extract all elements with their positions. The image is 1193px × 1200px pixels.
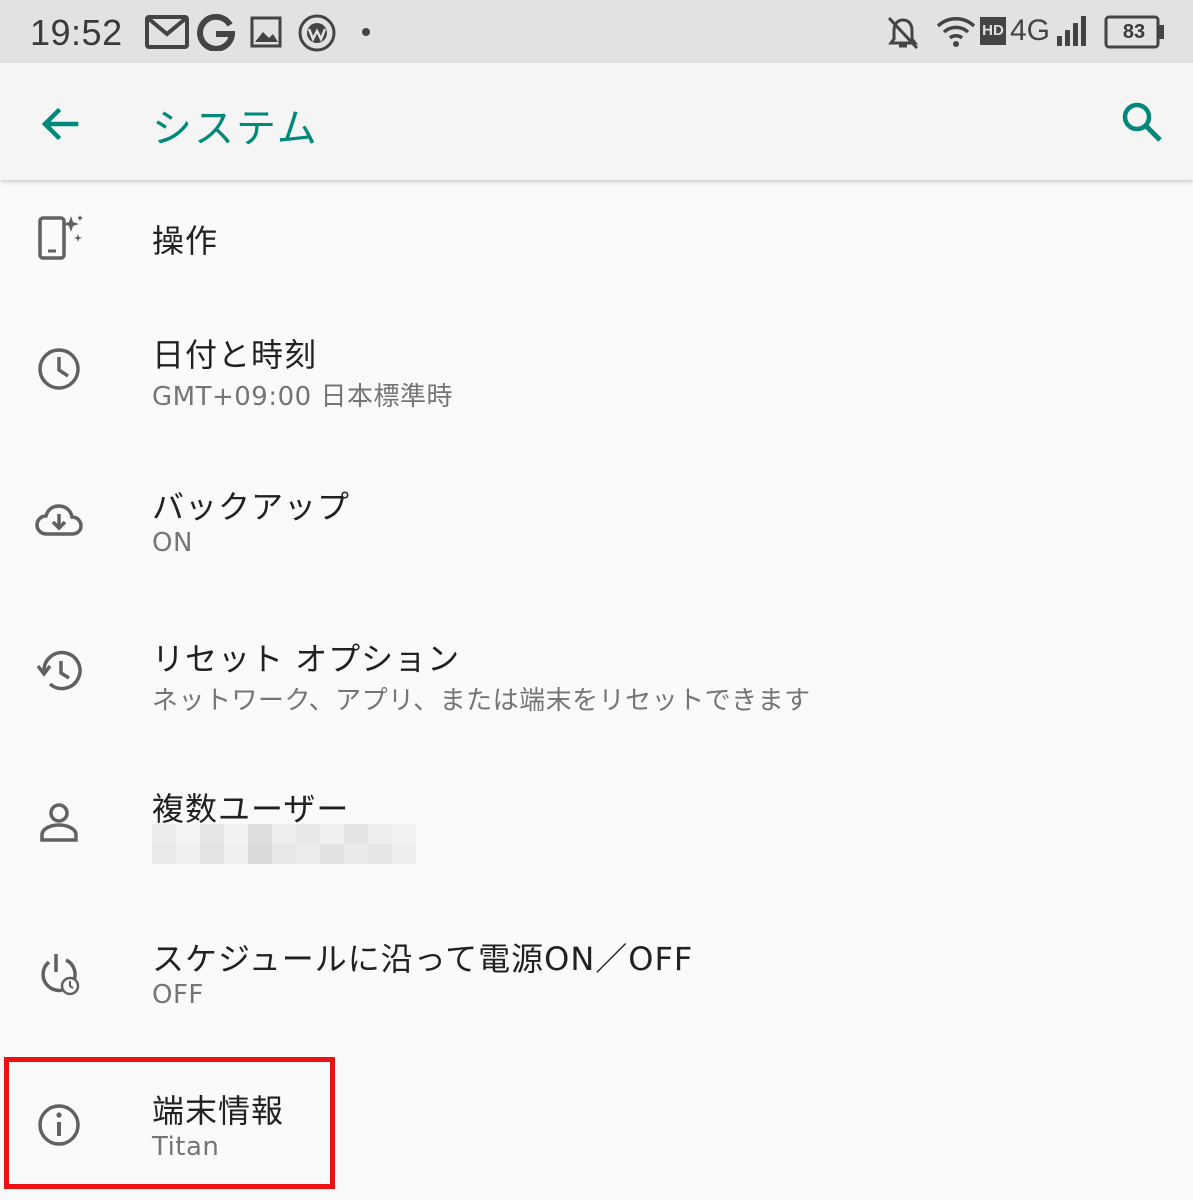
google-notification-icon bbox=[197, 13, 235, 51]
more-notifications-dot-icon bbox=[362, 28, 370, 36]
item-title: バックアップ bbox=[152, 488, 351, 526]
item-subtitle: GMT+09:00 日本標準時 bbox=[152, 382, 453, 412]
status-time: 19:52 bbox=[30, 12, 123, 53]
item-subtitle: OFF bbox=[152, 980, 204, 1010]
cloud-backup-icon bbox=[35, 504, 83, 536]
obscured-subtitle bbox=[152, 824, 416, 864]
settings-item-reset-options[interactable]: リセット オプション ネットワーク、アプリ、または端末をリセットできます bbox=[0, 600, 1193, 750]
search-icon[interactable] bbox=[1118, 98, 1166, 146]
app-bar: システム bbox=[0, 63, 1193, 180]
item-subtitle: ネットワーク、アプリ、または端末をリセットできます bbox=[152, 686, 811, 716]
status-bar: 19:52 HD 4G 83 bbox=[0, 0, 1193, 63]
item-title: 操作 bbox=[152, 222, 219, 260]
gestures-icon bbox=[38, 215, 83, 260]
hd-badge: HD bbox=[980, 17, 1006, 45]
battery-level: 83 bbox=[1122, 21, 1146, 43]
settings-item-backup[interactable]: バックアップ ON bbox=[0, 448, 1193, 600]
app-notification-icon bbox=[298, 14, 336, 52]
item-title: リセット オプション bbox=[152, 640, 461, 678]
history-icon bbox=[36, 650, 82, 691]
scheduled-power-icon bbox=[41, 954, 80, 996]
item-title: 日付と時刻 bbox=[152, 336, 318, 374]
settings-item-date-time[interactable]: 日付と時刻 GMT+09:00 日本標準時 bbox=[0, 298, 1193, 448]
signal-strength-icon bbox=[1057, 16, 1086, 46]
settings-list: 操作 日付と時刻 GMT+09:00 日本標準時 バックアップ ON リセット … bbox=[0, 180, 1193, 1200]
network-type-label: 4G bbox=[1010, 14, 1051, 47]
wifi-icon bbox=[936, 17, 976, 47]
settings-item-gestures[interactable]: 操作 bbox=[0, 180, 1193, 298]
notifications-off-icon bbox=[887, 16, 919, 50]
arrow-back-icon[interactable] bbox=[36, 100, 84, 148]
clock-icon bbox=[38, 348, 80, 390]
image-notification-icon bbox=[250, 16, 282, 48]
item-subtitle: ON bbox=[152, 528, 193, 558]
item-title: スケジュールに沿って電源ON／OFF bbox=[152, 940, 694, 978]
person-icon bbox=[40, 803, 78, 842]
settings-item-scheduled-power[interactable]: スケジュールに沿って電源ON／OFF OFF bbox=[0, 900, 1193, 1052]
highlight-box bbox=[4, 1057, 335, 1189]
gmail-notification-icon bbox=[145, 15, 189, 49]
page-title: システム bbox=[152, 106, 319, 152]
